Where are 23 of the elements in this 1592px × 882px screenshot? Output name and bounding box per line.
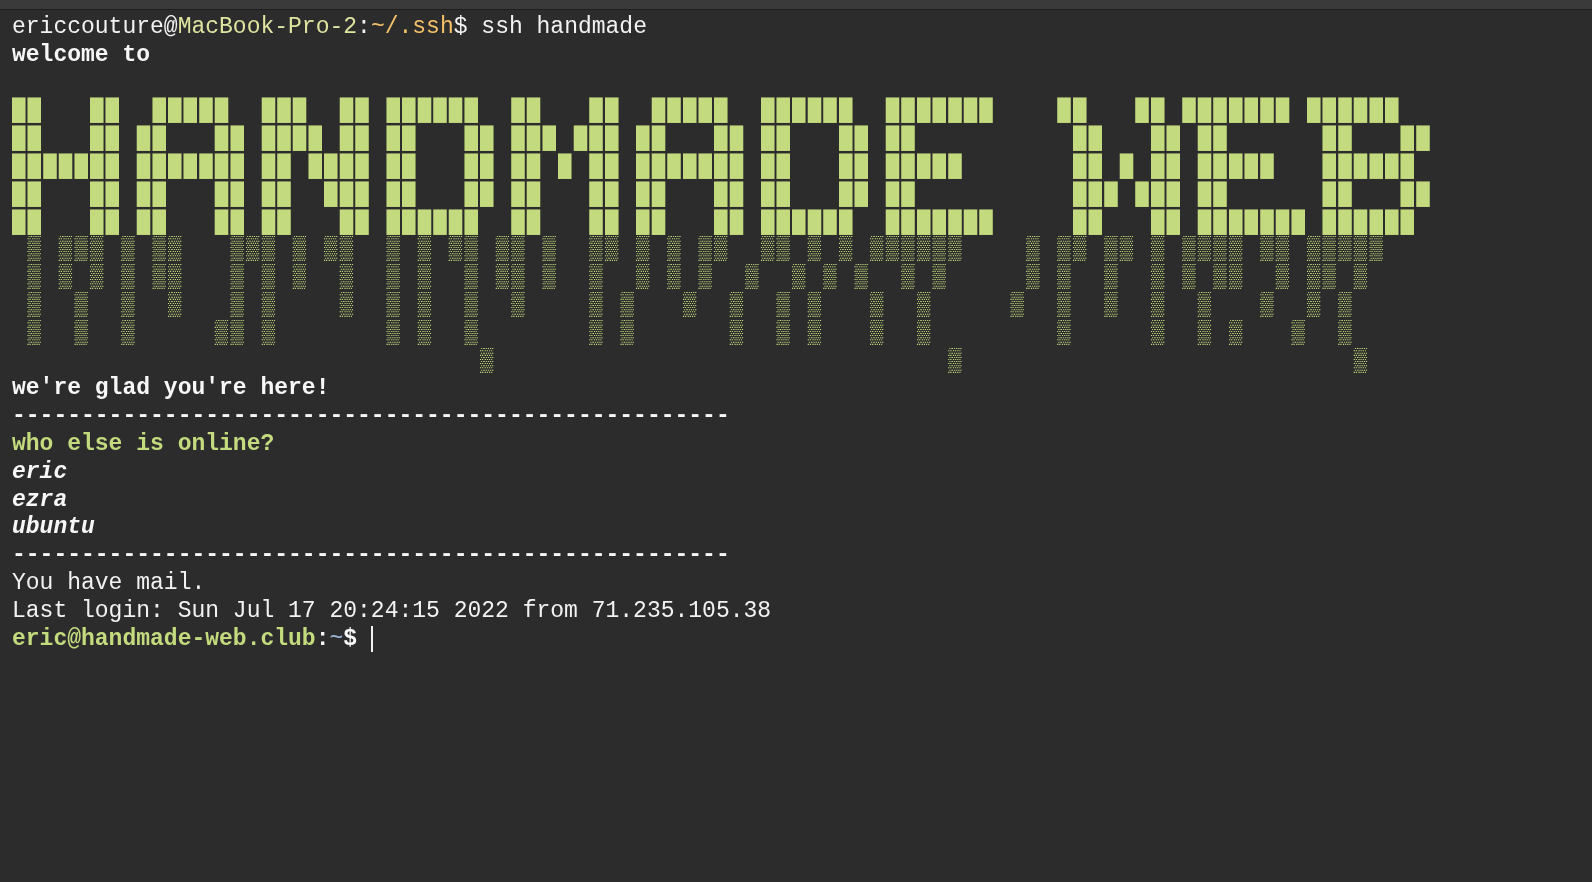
terminal-line: ---------------------------------------------------- <box>12 403 731 431</box>
ascii-art-line: ██ ██ █████ ███ ██ ██████ ██ ██ █████ ██████ ███████ ██ ██ ███████ ██████ <box>12 97 1402 125</box>
ascii-art-line: ██ ██ ██ ██ ████ ██ ██ ██ ███ ███ ██ ██ ██ ██ ██ ██ ██ ██ ██ ██ <box>12 125 1433 153</box>
terminal-line: ubuntu <box>12 514 96 543</box>
terminal-line: ---------------------------------------------------- <box>12 542 731 570</box>
ascii-art-line: ▒ ▒ ▒ ▒▒ ▒ ▒ ▒ ▒ ▒ ▒ ▒ ▒ ▒ ▒ ▒ ▒ ▒ ▒ ▒ ▒ ▒ <box>26 319 1355 348</box>
ascii-art-line: ██ ██ ██ ██ ██ ██ ██████ ██ ██ ██ ██ ██████ ███████ ██ ██ ███████ ██████ <box>12 208 1418 236</box>
terminal-line: You have mail. <box>12 569 207 598</box>
ascii-art-line: ▒ ▒▒▒ ▒ ▒▒ ▒▒▒ ▒ ▒▒ ▒ ▒ ▒▒ ▒▒ ▒ ▒▒ ▒ ▒ ▒▒ ▒▒ ▒ ▒ ▒▒▒▒▒▒ ▒ ▒▒ ▒▒ ▒ ▒▒▒▒ ▒▒ ▒▒▒▒▒ <box>26 236 1386 264</box>
terminal-line: Last login: Sun Jul 17 20:24:15 2022 from 71.235.105.38 <box>12 597 773 626</box>
terminal-line: who else is online? <box>12 430 276 459</box>
text-cursor <box>371 626 374 653</box>
terminal-line: welcome to <box>12 41 152 70</box>
ascii-art-line: ███████ ███████ ██ ████ ██ ██ ██ █ ██ ███████ ██ ██ █████ ██ █ ██ █████ ██████ <box>12 153 1418 181</box>
terminal-line: ericcouture@MacBook-Pro-2:~/.ssh$ ssh handmade <box>12 14 648 42</box>
ascii-art-line: ▒ ▒ ▒ ▒ ▒ ▒ ▒ ▒ ▒ ▒ ▒ ▒ ▒ ▒ ▒ ▒ ▒ ▒ ▒ ▒ ▒ ▒ ▒ ▒ ▒ ▒ ▒ <box>26 291 1355 320</box>
terminal-line: ezra <box>12 486 69 515</box>
ascii-art-line: ██ ██ ██ ██ ██ ███ ██ ██ ██ ██ ██ ██ ██ ██ ██ ███ ███ ██ ██ ██ <box>12 180 1433 209</box>
ascii-art-line: ▒ ▒ ▒ ▒ ▒▒ ▒ ▒ ▒ ▒ ▒ ▒ ▒ ▒▒ ▒ ▒ ▒ ▒ ▒ ▒ ▒ ▒ ▒ ▒ ▒ ▒ ▒ ▒ ▒ ▒ ▒▒ ▒ ▒▒ ▒ <box>26 264 1371 292</box>
ascii-art-line: ▒ ▒ ▒ <box>479 347 1371 376</box>
terminal-line: eric@handmade-web.club:~$ <box>12 625 358 654</box>
terminal-line: we're glad you're here! <box>12 375 331 404</box>
terminal-line: eric <box>12 458 69 487</box>
